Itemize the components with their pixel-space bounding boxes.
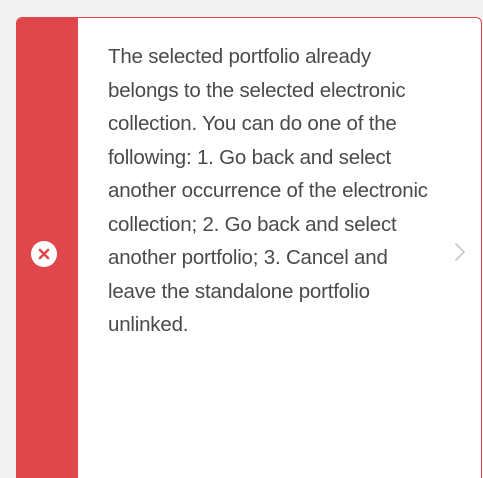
page: The selected portfolio already belongs t… — [0, 0, 483, 478]
alert-severity-stripe — [17, 18, 78, 478]
alert-message: The selected portfolio already belongs t… — [108, 45, 428, 336]
error-alert: The selected portfolio already belongs t… — [16, 17, 482, 478]
chevron-right-icon[interactable] — [450, 240, 470, 264]
error-icon — [31, 241, 57, 267]
alert-body: The selected portfolio already belongs t… — [78, 18, 481, 478]
